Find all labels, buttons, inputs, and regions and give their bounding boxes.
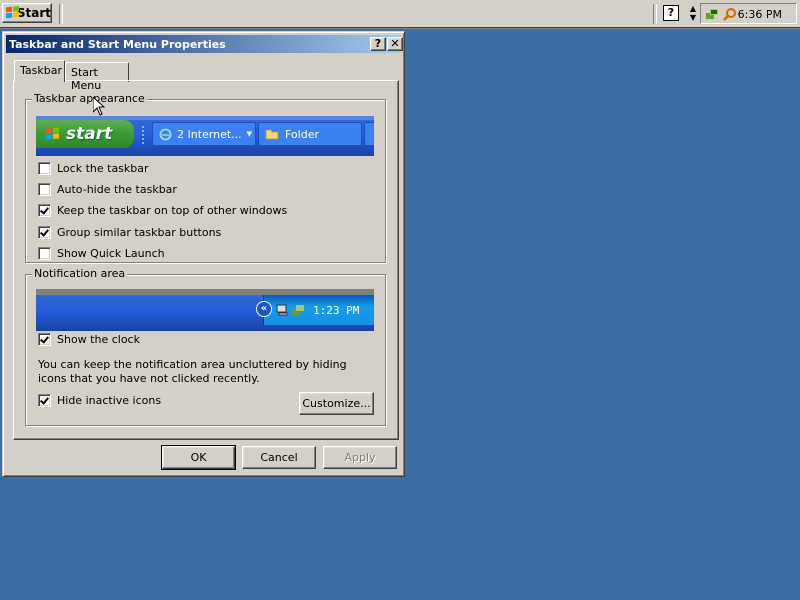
show-quick-launch-checkbox[interactable]: Show Quick Launch xyxy=(38,247,165,260)
checkbox-label: Lock the taskbar xyxy=(57,162,149,175)
system-tray: 6:36 PM xyxy=(700,3,797,24)
close-button[interactable]: ✕ xyxy=(387,37,403,51)
preview-folder-button: Folder xyxy=(258,122,362,146)
preview-button-label: Folder xyxy=(285,127,319,141)
lock-taskbar-checkbox[interactable]: Lock the taskbar xyxy=(38,162,149,175)
start-button[interactable]: Start xyxy=(2,3,52,23)
taskbar-preview: start 2 Internet... ▼ Folder xyxy=(36,116,374,156)
checkbox-box[interactable] xyxy=(38,333,51,346)
quick-launch-grip xyxy=(142,126,147,144)
network-icon xyxy=(292,305,304,315)
tab-start-menu[interactable]: Start Menu xyxy=(65,62,129,92)
preview-start-label: start xyxy=(66,124,113,144)
internet-explorer-icon xyxy=(159,128,172,140)
expand-chevron-icon: « xyxy=(256,301,272,317)
group-similar-checkbox[interactable]: Group similar taskbar buttons xyxy=(38,226,221,239)
help-icon[interactable]: ? xyxy=(663,5,679,21)
toolbar-grip[interactable] xyxy=(653,4,657,24)
apply-button[interactable]: Apply xyxy=(323,446,397,469)
auto-hide-checkbox[interactable]: Auto-hide the taskbar xyxy=(38,183,177,196)
checkbox-label: Auto-hide the taskbar xyxy=(57,183,177,196)
network-icon[interactable] xyxy=(705,7,719,21)
checkbox-box[interactable] xyxy=(38,204,51,217)
checkbox-label: Show Quick Launch xyxy=(57,247,165,260)
tab-label: Taskbar xyxy=(20,64,62,77)
notification-description: You can keep the notification area unclu… xyxy=(38,358,347,385)
customize-button[interactable]: Customize... xyxy=(299,392,374,415)
checkbox-box[interactable] xyxy=(38,226,51,239)
search-icon[interactable] xyxy=(723,7,737,21)
toolbar-scroll-arrows[interactable]: ▲ ▼ xyxy=(688,4,698,24)
checkbox-box[interactable] xyxy=(38,162,51,175)
cancel-button[interactable]: Cancel xyxy=(242,446,316,469)
keep-on-top-checkbox[interactable]: Keep the taskbar on top of other windows xyxy=(38,204,287,217)
checkbox-box[interactable] xyxy=(38,394,51,407)
help-button[interactable]: ? xyxy=(370,37,386,51)
taskbar-properties-dialog: Taskbar and Start Menu Properties ? ✕ Ta… xyxy=(2,31,405,477)
dialog-title: Taskbar and Start Menu Properties xyxy=(9,37,226,51)
computer-icon xyxy=(276,304,288,316)
clock[interactable]: 6:36 PM xyxy=(738,8,782,21)
mouse-cursor-icon xyxy=(93,97,105,116)
notification-area-group: Notification area « 1:23 PM Show the clo… xyxy=(25,267,386,426)
preview-ie-group-button: 2 Internet... ▼ xyxy=(152,122,256,146)
preview-tray-area: « 1:23 PM xyxy=(256,295,374,325)
checkbox-label: Show the clock xyxy=(57,333,140,346)
checkbox-label: Group similar taskbar buttons xyxy=(57,226,222,239)
notification-preview: « 1:23 PM xyxy=(36,289,374,331)
windows-logo-icon xyxy=(6,5,19,20)
checkbox-box[interactable] xyxy=(38,183,51,196)
toolbar-grip[interactable] xyxy=(59,4,63,24)
taskbar-appearance-group: Taskbar appearance start 2 Internet... ▼ xyxy=(25,92,386,263)
group-title: Notification area xyxy=(32,267,128,280)
folder-icon xyxy=(265,129,279,140)
start-label: Start xyxy=(16,6,51,20)
ok-button[interactable]: OK xyxy=(161,445,236,470)
preview-partial-button xyxy=(364,122,374,146)
preview-button-label: 2 Internet... xyxy=(177,127,242,141)
group-title: Taskbar appearance xyxy=(32,92,147,105)
checkbox-box[interactable] xyxy=(38,247,51,260)
preview-start-button: start xyxy=(36,120,134,148)
checkbox-label: Hide inactive icons xyxy=(57,394,162,407)
show-clock-checkbox[interactable]: Show the clock xyxy=(38,333,140,346)
dropdown-arrow-icon: ▼ xyxy=(246,130,252,138)
windows-logo-icon xyxy=(46,127,60,140)
preview-time: 1:23 PM xyxy=(313,303,360,317)
title-bar[interactable]: Taskbar and Start Menu Properties ? ✕ xyxy=(6,35,403,53)
taskbar: Start ? ▲ ▼ 6:36 PM xyxy=(0,0,800,29)
tab-panel: Taskbar appearance start 2 Internet... ▼ xyxy=(13,80,399,440)
checkbox-label: Keep the taskbar on top of other windows xyxy=(57,204,288,217)
tab-taskbar[interactable]: Taskbar xyxy=(14,60,65,82)
hide-inactive-checkbox[interactable]: Hide inactive icons xyxy=(38,394,161,407)
